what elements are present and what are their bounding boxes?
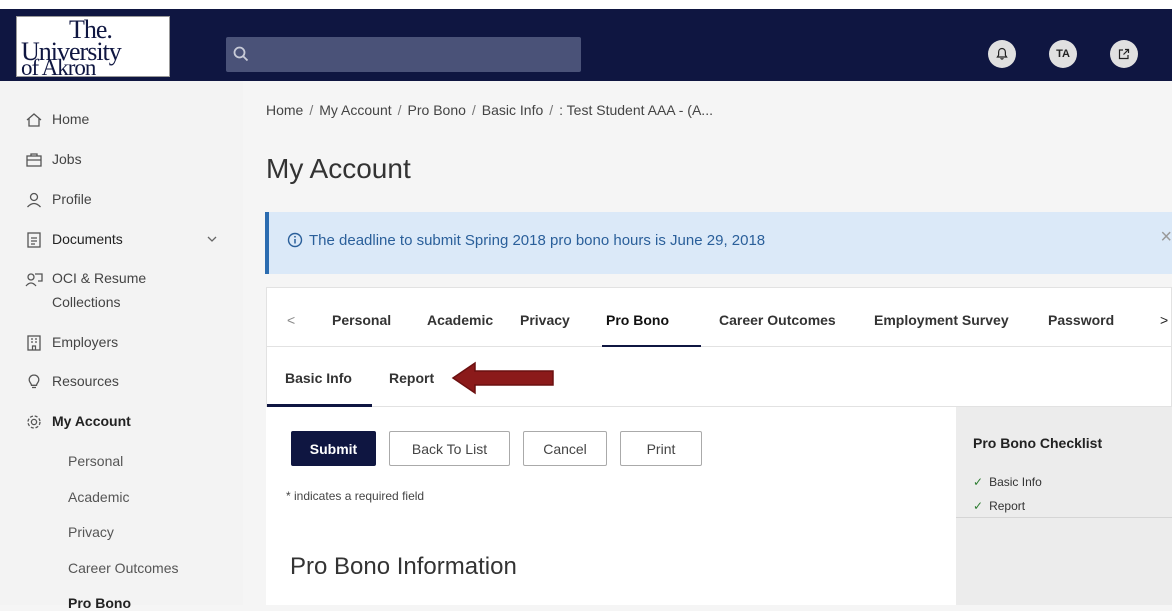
tab-privacy[interactable]: Privacy [520,312,570,328]
tab-academic[interactable]: Academic [427,312,493,328]
pro-bono-subtabs: Basic Info Report [266,347,1172,407]
checklist-divider [956,517,1172,518]
sidebar-item-jobs[interactable]: Jobs [24,151,82,170]
cancel-button[interactable]: Cancel [523,431,607,466]
sidebar-item-label: OCI & Resume [52,270,147,286]
profile-icon [27,192,41,208]
print-button[interactable]: Print [620,431,702,466]
tabs-next-button[interactable]: > [1160,312,1168,328]
sidebar-item-oci-resume-collections[interactable]: OCI & Resume Collections [24,270,146,314]
sidebar-subitem-career-outcomes[interactable]: Career Outcomes [68,560,178,576]
checklist-title: Pro Bono Checklist [973,435,1103,451]
sidebar-item-documents[interactable]: Documents [24,231,217,250]
external-link-button[interactable] [1110,40,1138,68]
tab-password[interactable]: Password [1048,312,1114,328]
sidebar-subitem-personal[interactable]: Personal [68,453,123,469]
sidebar-item-label: Jobs [52,151,82,167]
submit-button[interactable]: Submit [291,431,376,466]
breadcrumb-current: : Test Student AAA - (A... [559,102,713,118]
breadcrumb-home[interactable]: Home [266,102,303,118]
subtab-basic-info[interactable]: Basic Info [285,370,352,386]
sidebar-subitem-academic[interactable]: Academic [68,489,129,505]
search-box[interactable] [226,37,581,72]
alert-text: The deadline to submit Spring 2018 pro b… [309,232,766,249]
sidebar-item-resources[interactable]: Resources [24,373,119,392]
breadcrumb-my-account[interactable]: My Account [319,102,391,118]
notifications-button[interactable] [988,40,1016,68]
documents-icon [27,232,41,248]
user-avatar-button[interactable]: TA [1049,40,1077,68]
sidebar-item-label: Profile [52,191,92,207]
sidebar: Home Jobs Profile Documents OCI & Resume… [0,81,243,611]
sidebar-item-label: My Account [52,413,131,429]
breadcrumb-separator: / [309,102,314,118]
checklist-item-report[interactable]: ✓ Report [973,499,1025,513]
checklist-item-label: Report [989,499,1026,513]
section-title: Pro Bono Information [290,553,517,580]
info-icon [287,232,303,248]
sidebar-item-label: Resources [52,373,119,389]
main-content: Home / My Account / Pro Bono / Basic Info / : Te… [243,81,1172,605]
collections-icon [25,273,43,287]
search-icon [233,46,249,62]
tab-employment-survey[interactable]: Employment Survey [874,312,1009,328]
gear-icon [27,415,41,429]
checkmark-icon: ✓ [973,499,984,513]
breadcrumb-pro-bono[interactable]: Pro Bono [408,102,466,118]
tab-career-outcomes[interactable]: Career Outcomes [719,312,836,328]
avatar-initials: TA [1056,48,1070,60]
checklist-item-label: Basic Info [989,475,1042,489]
sidebar-item-home[interactable]: Home [24,111,89,130]
sidebar-item-label: Employers [52,334,119,350]
page-title: My Account [266,153,411,184]
required-note: * indicates a required field [286,489,425,503]
checkmark-icon: ✓ [973,475,984,489]
briefcase-icon [26,153,42,167]
logo-line-3: of Akron [21,55,96,80]
tab-personal[interactable]: Personal [332,312,391,328]
sidebar-item-my-account[interactable]: My Account [24,413,131,432]
sidebar-subitem-pro-bono[interactable]: Pro Bono [68,595,131,611]
sidebar-item-label: Home [52,111,90,127]
breadcrumb: Home / My Account / Pro Bono / Basic Info / : Te… [266,102,713,118]
back-to-list-button[interactable]: Back To List [389,431,510,466]
lightbulb-icon [28,374,40,389]
external-link-icon [1118,48,1130,60]
breadcrumb-basic-info[interactable]: Basic Info [482,102,543,118]
chevron-down-icon[interactable] [207,236,217,243]
form-area: Submit Back To List Cancel Print * indic… [266,407,956,605]
sidebar-item-label-line2: Collections [52,294,121,310]
top-edge [0,0,1172,9]
sidebar-item-employers[interactable]: Employers [24,334,118,353]
deadline-alert: The deadline to submit Spring 2018 pro b… [265,212,1172,274]
search-input[interactable] [258,37,576,72]
checklist-item-basic-info[interactable]: ✓ Basic Info [973,475,1042,489]
sidebar-item-label-wrap: OCI & Resume Collections [52,266,146,314]
university-logo[interactable]: The. University of Akron [16,15,170,80]
tabs-prev-button[interactable]: < [287,312,295,328]
subtab-report[interactable]: Report [389,370,434,386]
breadcrumb-separator: / [397,102,402,118]
annotation-arrow-icon [451,361,554,395]
pro-bono-checklist: Pro Bono Checklist ✓ Basic Info ✓ Report [956,407,1172,605]
sidebar-subitem-privacy[interactable]: Privacy [68,524,114,540]
tab-pro-bono[interactable]: Pro Bono [606,312,669,328]
account-tabs: < Personal Academic Privacy Pro Bono Car… [266,287,1172,348]
sidebar-item-profile[interactable]: Profile [24,191,92,210]
breadcrumb-separator: / [471,102,476,118]
close-icon[interactable]: × [1160,226,1172,249]
bell-icon [996,47,1008,60]
breadcrumb-separator: / [549,102,554,118]
sidebar-item-label: Documents [52,231,123,247]
top-navigation-bar: The. University of Akron TA [0,9,1172,81]
employers-icon [27,335,41,351]
home-icon [26,113,42,127]
